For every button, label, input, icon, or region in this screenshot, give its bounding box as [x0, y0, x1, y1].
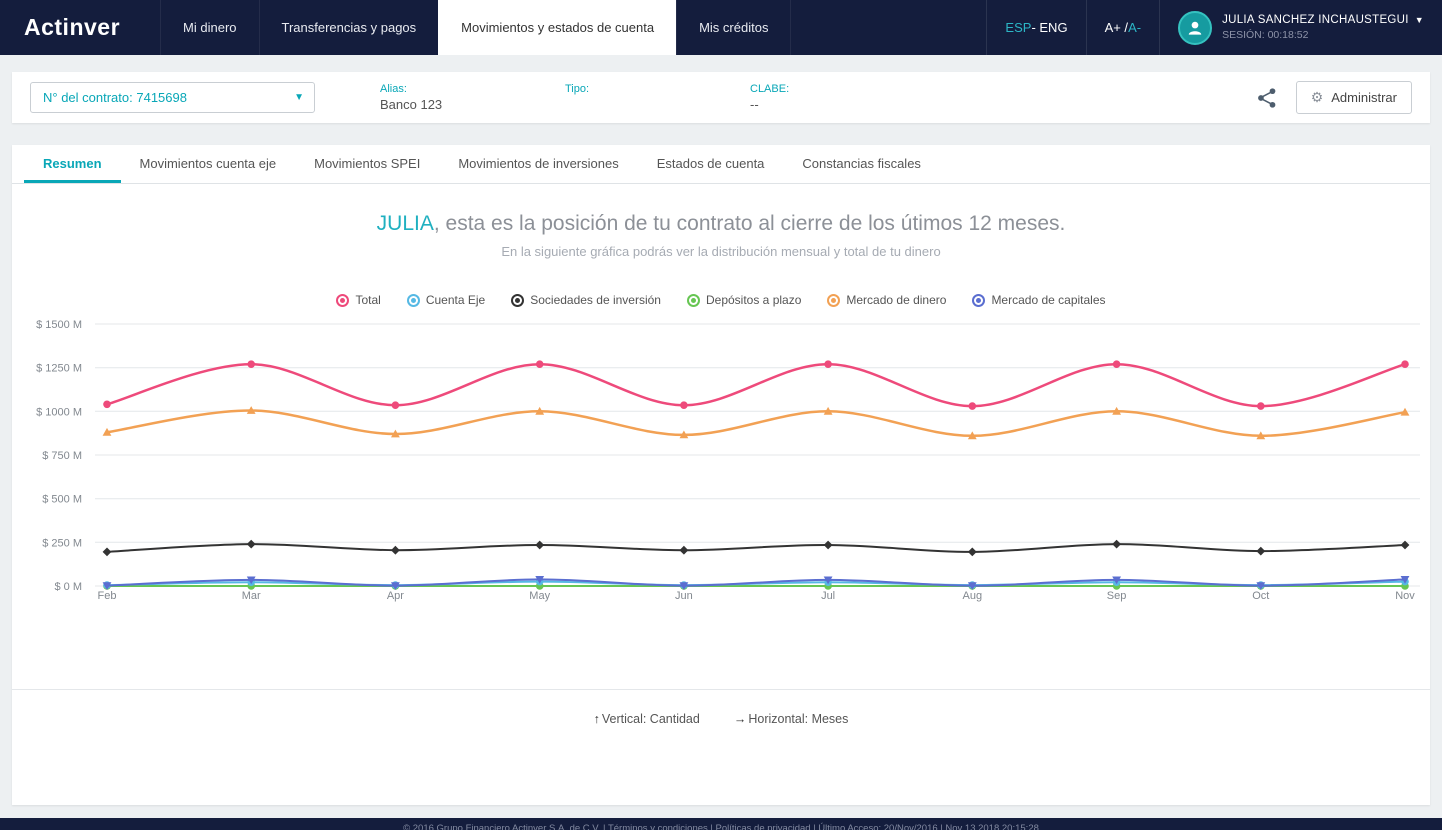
main-content: Resumen Movimientos cuenta eje Movimient… — [12, 145, 1430, 805]
font-minus[interactable]: A- — [1128, 20, 1141, 35]
contract-select[interactable]: N° del contrato: 7415698 ▼ — [30, 82, 315, 113]
lang-eng[interactable]: - ENG — [1031, 20, 1067, 35]
svg-text:$ 500 M: $ 500 M — [42, 494, 82, 506]
svg-text:Apr: Apr — [387, 590, 404, 602]
session-timer: SESIÓN: 00:18:52 — [1222, 29, 1309, 42]
clabe-label: CLABE: — [750, 83, 790, 95]
user-avatar-icon — [1178, 10, 1213, 45]
main-menu: Mi dinero Transferencias y pagos Movimie… — [160, 0, 792, 55]
svg-text:$ 750 M: $ 750 M — [42, 450, 82, 462]
line-chart: $ 1500 M $ 1250 M $ 1000 M $ 750 M $ 500 M $ … — [12, 311, 1430, 611]
legend-marker-icon — [406, 293, 420, 307]
vertical-arrow-icon: ↑ — [593, 712, 600, 726]
alias-value: Banco 123 — [380, 97, 443, 112]
nav-item-creditos[interactable]: Mis créditos — [676, 0, 792, 55]
legend-marker-icon — [827, 293, 841, 307]
navbar-right: ESP - ENG A+ / A- JULIA SANCHEZ INCHAUST… — [986, 0, 1442, 55]
legend-label: Mercado de dinero — [846, 293, 947, 307]
legend-label: Cuenta Eje — [425, 293, 486, 307]
gear-icon: ⚙ — [1310, 89, 1324, 105]
footer-text: © 2016 Grupo Financiero Actinver S.A. de… — [403, 823, 1039, 830]
top-navbar: Actinver Mi dinero Transferencias y pago… — [0, 0, 1442, 55]
nav-item-movimientos[interactable]: Movimientos y estados de cuenta — [438, 0, 677, 55]
svg-text:Nov: Nov — [1395, 590, 1415, 602]
tab-estados-de-cuenta[interactable]: Estados de cuenta — [638, 145, 784, 183]
legend-label: Mercado de capitales — [991, 293, 1106, 307]
page-title-username: JULIA — [376, 212, 434, 235]
legend-item-mercado-dinero[interactable]: Mercado de dinero — [827, 293, 946, 307]
contract-select-value: N° del contrato: 7415698 — [43, 90, 187, 105]
page-subtitle: En la siguiente gráfica podrás ver la di… — [501, 244, 941, 259]
svg-text:$ 250 M: $ 250 M — [42, 537, 82, 549]
legend-marker-icon — [511, 293, 525, 307]
svg-text:Feb: Feb — [98, 590, 117, 602]
vertical-note: Vertical: Cantidad — [601, 712, 700, 726]
axis-note: ↑ Vertical: Cantidad → Horizontal: Meses — [12, 689, 1430, 726]
svg-text:Sep: Sep — [1107, 590, 1127, 602]
font-plus[interactable]: A+ / — [1105, 20, 1129, 35]
tab-bar: Resumen Movimientos cuenta eje Movimient… — [12, 145, 1430, 184]
tipo-value — [565, 97, 685, 112]
legend-item-cuenta-eje[interactable]: Cuenta Eje — [406, 293, 486, 307]
legend-item-mercado-capitales[interactable]: Mercado de capitales — [972, 293, 1106, 307]
legend-item-sociedades[interactable]: Sociedades de inversión — [511, 293, 661, 307]
svg-text:Oct: Oct — [1252, 590, 1269, 602]
chart-legend: Total Cuenta Eje Sociedades de inversión… — [12, 293, 1430, 307]
chevron-down-icon[interactable]: ▼ — [1415, 14, 1424, 26]
svg-text:$ 1000 M: $ 1000 M — [36, 406, 82, 418]
svg-text:$ 1500 M: $ 1500 M — [36, 319, 82, 331]
nav-item-transferencias[interactable]: Transferencias y pagos — [258, 0, 439, 55]
tipo-field: Tipo: — [565, 83, 685, 112]
administrar-label: Administrar — [1331, 90, 1397, 105]
legend-label: Total — [355, 293, 381, 307]
tab-movimientos-inversiones[interactable]: Movimientos de inversiones — [439, 145, 637, 183]
svg-text:May: May — [529, 590, 550, 602]
tab-constancias-fiscales[interactable]: Constancias fiscales — [783, 145, 940, 183]
svg-text:Mar: Mar — [242, 590, 261, 602]
page-title: JULIA, esta es la posición de tu contrat… — [12, 212, 1430, 236]
contract-bar: N° del contrato: 7415698 ▼ Alias: Banco … — [12, 72, 1430, 123]
tab-movimientos-spei[interactable]: Movimientos SPEI — [295, 145, 439, 183]
tipo-label: Tipo: — [565, 83, 590, 95]
legend-label: Depósitos a plazo — [705, 293, 802, 307]
chevron-down-icon: ▼ — [294, 92, 304, 103]
legend-item-total[interactable]: Total — [336, 293, 381, 307]
brand-logo[interactable]: Actinver — [0, 0, 160, 55]
user-name: JULIA SANCHEZ INCHAUSTEGUI — [1222, 13, 1409, 26]
page-footer: © 2016 Grupo Financiero Actinver S.A. de… — [0, 818, 1442, 830]
share-icon[interactable] — [1256, 87, 1278, 109]
user-menu[interactable]: JULIA SANCHEZ INCHAUSTEGUI ▼ SESIÓN: 00:… — [1159, 0, 1442, 55]
alias-label: Alias: — [380, 83, 407, 95]
lang-esp[interactable]: ESP — [1005, 20, 1031, 35]
clabe-value: -- — [750, 97, 759, 112]
line-chart-svg[interactable]: $ 1500 M $ 1250 M $ 1000 M $ 750 M $ 500 M $ … — [12, 311, 1430, 611]
alias-field: Alias: Banco 123 — [380, 83, 500, 112]
language-toggle[interactable]: ESP - ENG — [986, 0, 1085, 55]
tab-resumen[interactable]: Resumen — [24, 145, 121, 183]
svg-text:Jun: Jun — [675, 590, 693, 602]
legend-marker-icon — [336, 293, 350, 307]
nav-item-mi-dinero[interactable]: Mi dinero — [160, 0, 258, 55]
svg-text:Aug: Aug — [963, 590, 983, 602]
legend-item-depositos[interactable]: Depósitos a plazo — [686, 293, 802, 307]
font-size-toggle[interactable]: A+ / A- — [1085, 0, 1160, 55]
clabe-field: CLABE: -- — [750, 83, 870, 112]
legend-marker-icon — [972, 293, 986, 307]
svg-text:Jul: Jul — [821, 590, 835, 602]
horizontal-arrow-icon: → — [733, 712, 747, 726]
svg-text:$ 0 M: $ 0 M — [54, 581, 82, 593]
legend-marker-icon — [686, 293, 700, 307]
tab-movimientos-cuenta-eje[interactable]: Movimientos cuenta eje — [121, 145, 296, 183]
page-title-rest: , esta es la posición de tu contrato al … — [433, 212, 1066, 235]
horizontal-note: Horizontal: Meses — [748, 712, 849, 726]
administrar-button[interactable]: ⚙ Administrar — [1295, 81, 1412, 114]
legend-label: Sociedades de inversión — [530, 293, 661, 307]
svg-text:$ 1250 M: $ 1250 M — [36, 363, 82, 375]
